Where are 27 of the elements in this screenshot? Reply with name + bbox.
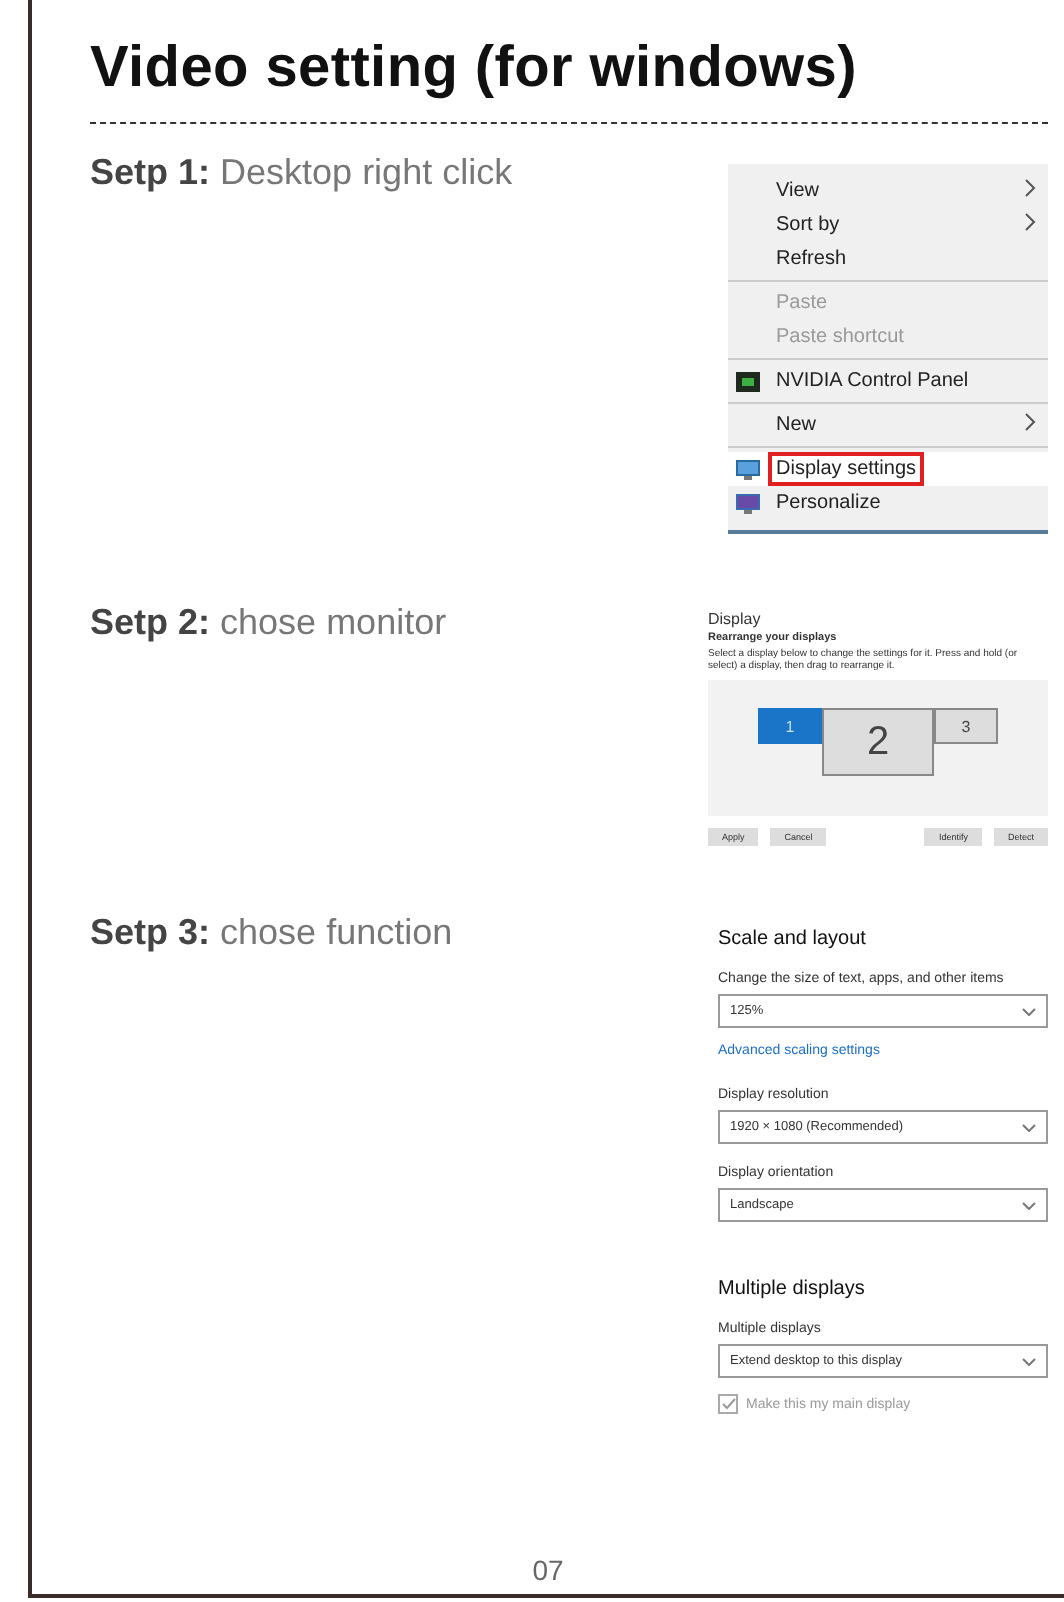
chevron-down-icon bbox=[1022, 1201, 1036, 1209]
menu-item[interactable]: Sort by bbox=[776, 214, 1024, 236]
menu-item[interactable]: NVIDIA Control Panel bbox=[776, 370, 1036, 392]
section-heading: Multiple displays bbox=[718, 1278, 867, 1300]
monitor-tile[interactable]: 3 bbox=[934, 708, 998, 744]
display-icon bbox=[736, 493, 760, 513]
step-heading: Setp 3: chose function bbox=[90, 912, 455, 954]
step-heading: Setp 1: Desktop right click bbox=[90, 152, 515, 194]
chevron-down-icon bbox=[1022, 1357, 1036, 1365]
menu-item[interactable]: Display settings bbox=[772, 456, 921, 482]
chip-icon bbox=[736, 371, 760, 391]
checkbox[interactable] bbox=[718, 1394, 738, 1414]
panel-title: Display bbox=[708, 610, 763, 628]
chevron-down-icon bbox=[1022, 1007, 1036, 1015]
monitor-tile[interactable]: 2 bbox=[822, 708, 934, 776]
page-title: Video setting (for windows) bbox=[90, 36, 857, 102]
menu-item[interactable]: Refresh bbox=[776, 248, 1036, 270]
page-number: 07 bbox=[532, 1554, 564, 1586]
menu-item[interactable]: New bbox=[776, 414, 1024, 436]
menu-item[interactable]: Personalize bbox=[776, 492, 1036, 514]
monitor-tile[interactable]: 1 bbox=[758, 708, 822, 744]
monitor-icon bbox=[736, 459, 760, 479]
menu-item[interactable]: View bbox=[776, 180, 1024, 202]
step-heading: Setp 2: chose monitor bbox=[90, 602, 449, 644]
chevron-down-icon bbox=[1022, 1123, 1036, 1131]
chevron-right-icon bbox=[1024, 412, 1036, 432]
section-heading: Scale and layout bbox=[718, 928, 868, 950]
